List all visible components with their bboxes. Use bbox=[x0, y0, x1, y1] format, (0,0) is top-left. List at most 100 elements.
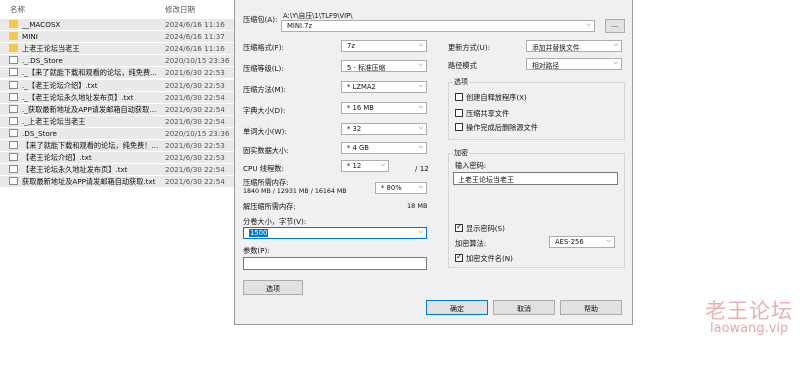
cpu-select[interactable]: * 12 ⌵ bbox=[341, 160, 389, 172]
shared-checkbox[interactable] bbox=[455, 109, 463, 117]
folder-icon bbox=[9, 32, 18, 41]
file-row[interactable]: ._.DS_Store 2020/10/15 23:36 bbox=[0, 55, 234, 67]
chevron-down-icon: ⌵ bbox=[418, 228, 423, 235]
word-value: * 32 bbox=[347, 125, 362, 133]
archive-path: A:\Y\自压\1\TLF9\VIP\ bbox=[283, 12, 353, 20]
file-name: ._上老王论坛当老王 bbox=[22, 116, 86, 126]
file-row[interactable]: 【老王论坛介绍】.txt 2021/6/30 22:53 bbox=[0, 152, 234, 164]
enc-method-value: AES-256 bbox=[555, 238, 584, 246]
params-input[interactable] bbox=[243, 257, 427, 270]
split-label: 分卷大小，字节(V): bbox=[243, 217, 307, 226]
delete-label: 操作完成后删除源文件 bbox=[466, 123, 538, 132]
params-label: 参数(P): bbox=[243, 246, 270, 255]
show-password-checkbox[interactable] bbox=[455, 222, 463, 232]
file-icon bbox=[9, 68, 18, 77]
help-button[interactable]: 帮助 bbox=[560, 300, 622, 315]
encrypt-group-title: 加密 bbox=[453, 148, 469, 158]
level-select[interactable]: 5 - 标准压缩 ⌵ bbox=[341, 60, 427, 72]
file-name: ._【来了就能下载和观看的论坛，纯免费... bbox=[22, 68, 157, 78]
file-icon bbox=[9, 116, 18, 125]
file-row[interactable]: ._【老王论坛永久地址发布页】.txt 2021/6/30 22:54 bbox=[0, 91, 234, 103]
file-row[interactable]: __MACOSX 2024/6/16 11:16 bbox=[0, 19, 234, 30]
options-button[interactable]: 选项 bbox=[243, 280, 303, 295]
file-name: 【老王论坛永久地址发布页】.txt bbox=[22, 165, 128, 175]
enc-method-select[interactable]: AES-256 ⌵ bbox=[549, 236, 615, 248]
delete-checkbox[interactable] bbox=[455, 123, 463, 131]
file-row[interactable]: ._【老王论坛介绍】.txt 2021/6/30 22:53 bbox=[0, 79, 234, 91]
word-label: 单词大小(W): bbox=[243, 127, 287, 136]
file-row[interactable]: ._获取最新地址及APP请发邮箱自动获取... 2021/6/30 22:54 bbox=[0, 103, 234, 115]
file-date: 2021/6/30 22:54 bbox=[165, 177, 225, 187]
dict-label: 字典大小(D): bbox=[243, 106, 286, 115]
file-row[interactable]: ._【来了就能下载和观看的论坛，纯免费... 2021/6/30 22:53 bbox=[0, 67, 234, 79]
column-header-name[interactable]: 名称 bbox=[10, 4, 25, 15]
dict-value: * 16 MB bbox=[347, 104, 374, 112]
split-combo[interactable]: 1500 ⌵ bbox=[243, 227, 427, 239]
file-name: ._【老王论坛永久地址发布页】.txt bbox=[22, 92, 134, 102]
sfx-checkbox[interactable] bbox=[455, 93, 463, 101]
method-value: * LZMA2 bbox=[347, 83, 376, 91]
file-name: ._.DS_Store bbox=[22, 56, 63, 66]
mem-value: * 80% bbox=[381, 184, 402, 192]
chevron-down-icon: ⌵ bbox=[418, 41, 423, 48]
level-label: 压缩等级(L): bbox=[243, 64, 284, 73]
file-name: 上老王论坛当老王 bbox=[22, 44, 80, 54]
file-date: 2021/6/30 22:53 bbox=[165, 68, 225, 78]
file-icon bbox=[9, 92, 18, 101]
cpu-label: CPU 线程数: bbox=[243, 164, 284, 173]
word-select[interactable]: * 32 ⌵ bbox=[341, 123, 427, 135]
file-date: 2021/6/30 22:54 bbox=[165, 104, 225, 114]
file-icon bbox=[9, 141, 18, 149]
options-group-title: 选项 bbox=[453, 77, 469, 87]
file-name: 获取最新地址及APP请发邮箱自动获取.txt bbox=[22, 177, 156, 187]
file-date: 2024/6/16 11:16 bbox=[165, 44, 225, 54]
cpu-total: / 12 bbox=[415, 164, 429, 173]
file-row[interactable]: 【老王论坛永久地址发布页】.txt 2021/6/30 22:54 bbox=[0, 164, 234, 176]
file-row[interactable]: MINI 2024/6/16 11:37 bbox=[0, 31, 234, 43]
enc-method-label: 加密算法: bbox=[455, 239, 487, 248]
cancel-button[interactable]: 取消 bbox=[493, 300, 555, 315]
method-select[interactable]: * LZMA2 ⌵ bbox=[341, 81, 427, 93]
split-value: 1500 bbox=[249, 229, 269, 237]
file-name: 【老王论坛介绍】.txt bbox=[22, 153, 92, 163]
encrypt-names-checkbox[interactable] bbox=[455, 252, 463, 262]
archive-name-value: MINI.7z bbox=[287, 22, 313, 30]
chevron-down-icon: ⌵ bbox=[418, 183, 423, 190]
method-label: 压缩方法(M): bbox=[243, 85, 286, 94]
file-row[interactable]: 获取最新地址及APP请发邮箱自动获取.txt 2021/6/30 22:54 bbox=[0, 176, 234, 188]
archive-label: 压缩包(A): bbox=[243, 15, 278, 24]
file-row[interactable]: ._上老王论坛当老王 2021/6/30 22:54 bbox=[0, 115, 234, 127]
file-row[interactable]: .DS_Store 2020/10/15 23:36 bbox=[0, 127, 234, 139]
file-date: 2021/6/30 22:53 bbox=[165, 80, 225, 90]
mem-label: 压缩所需内存: bbox=[243, 178, 289, 187]
file-date: 2021/6/30 22:53 bbox=[165, 153, 225, 163]
file-date: 2021/6/30 22:54 bbox=[165, 92, 225, 102]
password-input[interactable]: 上老王论坛当老王 bbox=[453, 172, 618, 185]
file-date: 2024/6/16 11:37 bbox=[165, 32, 225, 42]
chevron-down-icon: ⌵ bbox=[380, 161, 385, 168]
dict-select[interactable]: * 16 MB ⌵ bbox=[341, 102, 427, 114]
file-row[interactable]: 【来了就能下载和观看的论坛，纯免费！... 2021/6/30 22:53 bbox=[0, 140, 234, 151]
mem-select[interactable]: * 80% ⌵ bbox=[375, 182, 427, 194]
file-icon bbox=[9, 165, 18, 174]
file-icon bbox=[9, 177, 18, 186]
path-mode-label: 路径模式 bbox=[448, 61, 477, 70]
file-icon bbox=[9, 56, 18, 65]
file-name: MINI bbox=[22, 32, 38, 42]
encrypt-names-label: 加密文件名(N) bbox=[466, 254, 513, 263]
archive-name-combo[interactable]: MINI.7z ⌵ bbox=[281, 20, 595, 32]
format-select[interactable]: 7z ⌵ bbox=[341, 40, 427, 52]
update-select[interactable]: 添加并替换文件 ⌵ bbox=[526, 40, 622, 52]
format-value: 7z bbox=[347, 42, 355, 50]
chevron-down-icon: ⌵ bbox=[613, 41, 618, 48]
ok-button[interactable]: 确定 bbox=[426, 300, 488, 315]
solid-select[interactable]: * 4 GB ⌵ bbox=[341, 142, 427, 154]
path-mode-select[interactable]: 相对路径 ⌵ bbox=[526, 58, 622, 70]
browse-button[interactable]: ... bbox=[605, 19, 625, 33]
chevron-down-icon: ⌵ bbox=[586, 21, 591, 28]
file-icon bbox=[9, 153, 18, 162]
file-explorer: 名称 修改日期 __MACOSX 2024/6/16 11:16 MINI 2024/… bbox=[0, 0, 234, 367]
file-row[interactable]: 上老王论坛当老王 2024/6/16 11:16 bbox=[0, 43, 234, 55]
column-header-date[interactable]: 修改日期 bbox=[165, 4, 195, 15]
chevron-down-icon: ⌵ bbox=[418, 61, 423, 68]
